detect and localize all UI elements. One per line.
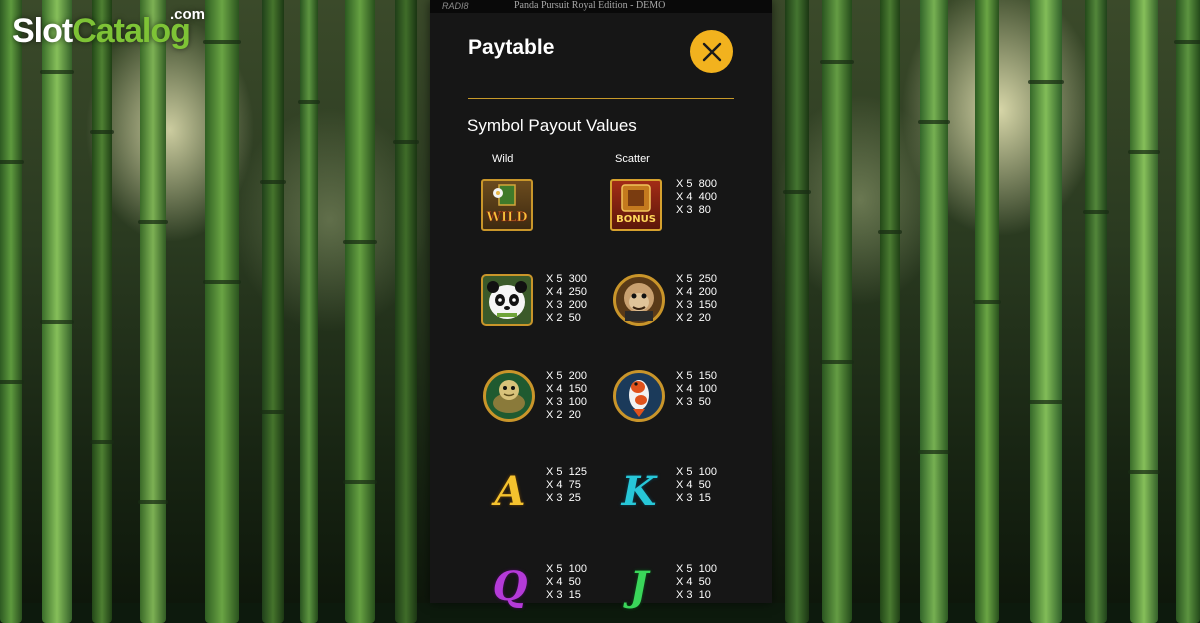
svg-text:BONUS: BONUS — [616, 214, 656, 225]
koi-payouts: X 5 150 X 4 100 X 3 50 — [676, 370, 717, 408]
letter-a-payouts: X 5 125 X 4 75 X 3 25 — [546, 466, 587, 504]
provider-brand: RADI8 — [442, 1, 469, 11]
panda-icon — [481, 274, 533, 326]
turtle-icon — [483, 370, 535, 422]
paytable-title: Paytable — [468, 36, 555, 59]
monkey-payouts: X 5 250 X 4 200 X 3 150 X 2 20 — [676, 273, 717, 324]
watermark-suffix: .com — [170, 6, 206, 23]
scatter-payouts: X 5 800 X 4 400 X 3 80 — [676, 178, 717, 216]
slotcatalog-watermark: SlotCatalog .com — [12, 6, 205, 51]
letter-k-payouts: X 5 100 X 4 50 X 3 15 — [676, 466, 717, 504]
letter-q-icon: Q — [492, 562, 528, 610]
bonus-icon: BONUS — [610, 179, 662, 231]
koi-fish-icon — [613, 370, 665, 422]
game-titlebar: RADI8 Panda Pursuit Royal Edition - DEMO — [430, 0, 772, 13]
turtle-payouts: X 5 200 X 4 150 X 3 100 X 2 20 — [546, 370, 587, 421]
divider — [468, 98, 734, 99]
section-title: Symbol Payout Values — [467, 116, 637, 135]
close-icon — [702, 42, 721, 61]
letter-a-icon: A — [494, 467, 526, 515]
game-title: Panda Pursuit Royal Edition - DEMO — [514, 0, 666, 11]
paytable-panel: RADI8 Panda Pursuit Royal Edition - DEMO… — [430, 0, 772, 610]
close-button[interactable] — [690, 30, 733, 73]
scatter-label: Scatter — [615, 153, 650, 165]
panda-payouts: X 5 300 X 4 250 X 3 200 X 2 50 — [546, 273, 587, 324]
wild-icon: WILD — [481, 179, 533, 231]
watermark-part1: Slot — [12, 12, 73, 50]
letter-q-payouts: X 5 100 X 4 50 X 3 15 — [546, 563, 587, 601]
wild-label: Wild — [492, 153, 514, 165]
letter-j-payouts: X 5 100 X 4 50 X 3 10 — [676, 563, 717, 601]
svg-text:WILD: WILD — [485, 210, 527, 225]
letter-j-icon: J — [629, 562, 649, 610]
letter-k-icon: K — [621, 467, 657, 515]
monkey-icon — [613, 274, 665, 326]
